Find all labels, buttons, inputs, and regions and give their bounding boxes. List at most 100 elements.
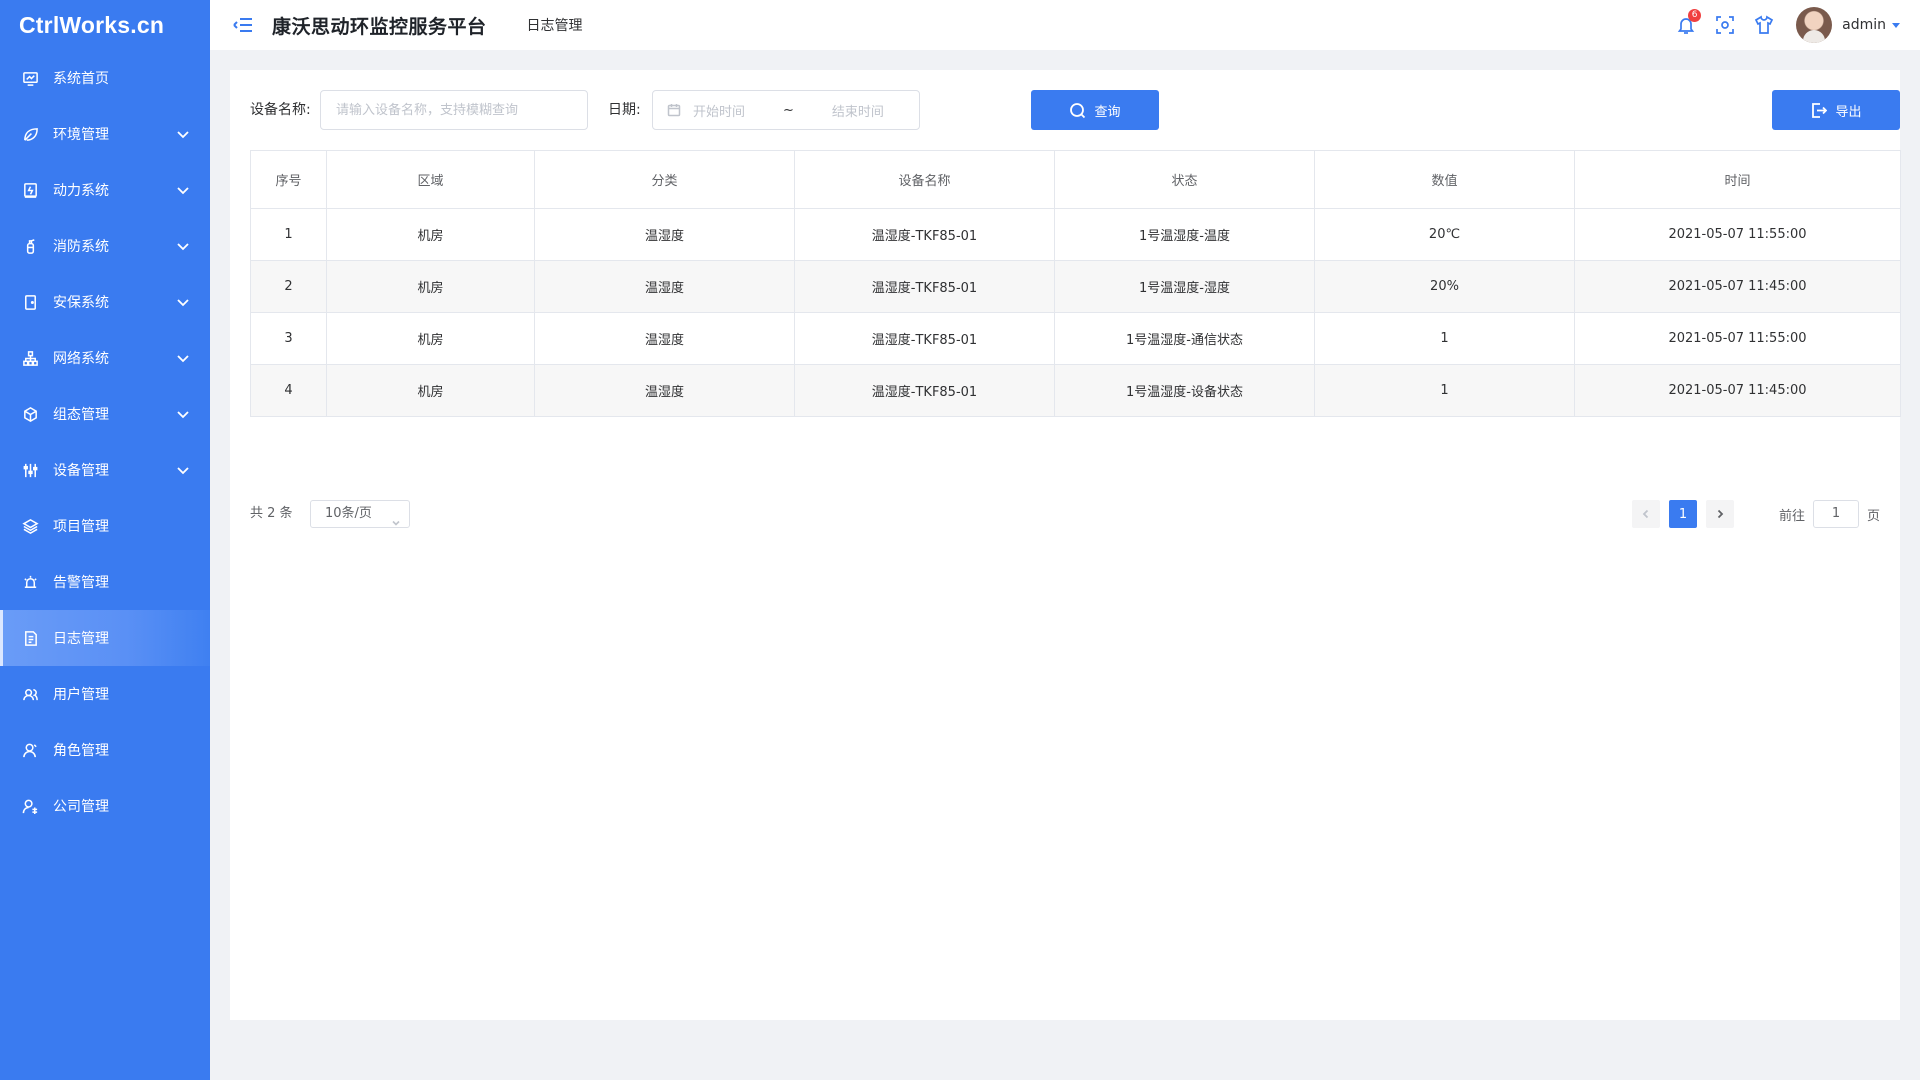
sidebar-item-logs[interactable]: 日志管理: [0, 610, 210, 666]
column-header: 分类: [534, 150, 795, 209]
table-cell: 1号温湿度-湿度: [1054, 260, 1315, 313]
page-size-select[interactable]: 10条/页: [310, 500, 410, 528]
chevron-down-icon: [176, 183, 190, 197]
table-cell: 温湿度: [534, 364, 795, 417]
pagination: 1 前往 1 页: [1631, 500, 1880, 528]
table-cell: 温湿度: [534, 312, 795, 365]
log-panel: 设备名称: 日期: 开始时间 ~ 结束时间 查询 导出: [230, 70, 1901, 1020]
sidebar-item-companies[interactable]: 公司管理: [0, 778, 210, 834]
table-cell: 2021-05-07 11:45:00: [1574, 364, 1901, 417]
table-cell: 温湿度: [534, 208, 795, 261]
company-user-icon: [21, 797, 39, 815]
sidebar-item-fire[interactable]: 消防系统: [0, 218, 210, 274]
chevron-left-icon: [1642, 509, 1649, 519]
page-number-button[interactable]: 1: [1668, 500, 1697, 528]
sliders-icon: [21, 461, 39, 479]
chevron-down-icon: [176, 407, 190, 421]
table-row[interactable]: 2 机房 温湿度 温湿度-TKF85-01 1号温湿度-湿度 20% 2021-…: [250, 260, 1901, 313]
sidebar: CtrlWorks.cn 系统首页 环境管理 动力系统 消防系统 安保系统 网络…: [0, 0, 210, 1080]
leaf-icon: [21, 125, 39, 143]
logo: CtrlWorks.cn: [19, 11, 165, 38]
range-separator: ~: [783, 102, 794, 118]
total-count: 共 2 条: [250, 506, 293, 521]
notification-badge: 6: [1688, 9, 1702, 22]
device-name-field[interactable]: [320, 90, 588, 130]
scan-icon[interactable]: [1714, 14, 1736, 36]
sidebar-item-devices[interactable]: 设备管理: [0, 442, 210, 498]
avatar[interactable]: [1796, 7, 1833, 43]
next-page-button[interactable]: [1705, 500, 1734, 528]
sidebar-item-label: 公司管理: [53, 799, 109, 815]
table-cell: 1: [1314, 312, 1575, 365]
goto-page-input[interactable]: 1: [1812, 500, 1859, 528]
breadcrumb: 日志管理: [526, 18, 583, 34]
device-name-input[interactable]: [321, 91, 587, 129]
table-cell: 2021-05-07 11:45:00: [1574, 260, 1901, 313]
sidebar-item-label: 组态管理: [53, 407, 109, 423]
sidebar-item-label: 消防系统: [53, 239, 109, 255]
prev-page-button[interactable]: [1631, 500, 1660, 528]
sidebar-item-users[interactable]: 用户管理: [0, 666, 210, 722]
bell-icon[interactable]: 6: [1675, 9, 1702, 36]
column-header: 数值: [1314, 150, 1575, 209]
chevron-down-icon: [392, 511, 400, 526]
table-cell: 1号温湿度-设备状态: [1054, 364, 1315, 417]
table-cell: 3: [250, 312, 327, 365]
sidebar-item-projects[interactable]: 项目管理: [0, 498, 210, 554]
caret-down-icon[interactable]: [1892, 22, 1900, 28]
username[interactable]: admin: [1842, 17, 1886, 33]
column-header: 时间: [1574, 150, 1901, 209]
goto-suffix: 页: [1866, 508, 1880, 524]
sidebar-item-home[interactable]: 系统首页: [0, 50, 210, 106]
search-icon: [1070, 102, 1086, 118]
sidebar-item-label: 动力系统: [53, 183, 109, 199]
sidebar-item-environment[interactable]: 环境管理: [0, 106, 210, 162]
sidebar-menu: 系统首页 环境管理 动力系统 消防系统 安保系统 网络系统 组态管理 设备管理 …: [0, 50, 210, 834]
sidebar-item-label: 日志管理: [53, 631, 109, 647]
sidebar-item-label: 环境管理: [53, 127, 109, 143]
table-row[interactable]: 4 机房 温湿度 温湿度-TKF85-01 1号温湿度-设备状态 1 2021-…: [250, 364, 1901, 417]
sidebar-item-label: 设备管理: [53, 463, 109, 479]
column-header: 序号: [250, 150, 327, 209]
page-title: 康沃思动环监控服务平台: [272, 15, 487, 38]
table-cell: 机房: [326, 312, 535, 365]
search-button[interactable]: 查询: [1031, 90, 1159, 130]
table-cell: 机房: [326, 208, 535, 261]
chevron-down-icon: [176, 239, 190, 253]
menu-collapse-icon[interactable]: [232, 14, 254, 36]
sidebar-item-power[interactable]: 动力系统: [0, 162, 210, 218]
table-cell: 温湿度: [534, 260, 795, 313]
table-cell: 温湿度-TKF85-01: [794, 364, 1055, 417]
table-row[interactable]: 3 机房 温湿度 温湿度-TKF85-01 1号温湿度-通信状态 1 2021-…: [250, 312, 1901, 365]
table-cell: 温湿度-TKF85-01: [794, 260, 1055, 313]
door-icon: [21, 293, 39, 311]
export-button[interactable]: 导出: [1772, 90, 1900, 130]
start-date-input[interactable]: 开始时间: [693, 101, 745, 120]
date-range-picker[interactable]: 开始时间 ~ 结束时间: [652, 90, 920, 130]
sidebar-item-label: 告警管理: [53, 575, 109, 591]
sidebar-item-network[interactable]: 网络系统: [0, 330, 210, 386]
page-size-value: 10条/页: [325, 506, 372, 521]
chevron-right-icon: [1717, 509, 1724, 519]
shirt-icon[interactable]: [1753, 14, 1775, 36]
table-cell: 温湿度-TKF85-01: [794, 208, 1055, 261]
table-cell: 1: [250, 208, 327, 261]
monitor-chart-icon: [21, 69, 39, 87]
sidebar-item-label: 项目管理: [53, 519, 109, 535]
search-button-label: 查询: [1094, 104, 1121, 120]
column-header: 状态: [1054, 150, 1315, 209]
end-date-input[interactable]: 结束时间: [832, 101, 884, 120]
sidebar-item-security[interactable]: 安保系统: [0, 274, 210, 330]
table-cell: 20℃: [1314, 208, 1575, 261]
table-cell: 1号温湿度-通信状态: [1054, 312, 1315, 365]
table-row[interactable]: 1 机房 温湿度 温湿度-TKF85-01 1号温湿度-温度 20℃ 2021-…: [250, 208, 1901, 261]
sidebar-item-configuration[interactable]: 组态管理: [0, 386, 210, 442]
table-cell: 2021-05-07 11:55:00: [1574, 312, 1901, 365]
header-actions: 6 admin: [1675, 0, 1920, 50]
sidebar-item-alarms[interactable]: 告警管理: [0, 554, 210, 610]
sidebar-item-roles[interactable]: 角色管理: [0, 722, 210, 778]
role-icon: [21, 741, 39, 759]
table-cell: 2: [250, 260, 327, 313]
table-cell: 1: [1314, 364, 1575, 417]
chevron-down-icon: [176, 295, 190, 309]
